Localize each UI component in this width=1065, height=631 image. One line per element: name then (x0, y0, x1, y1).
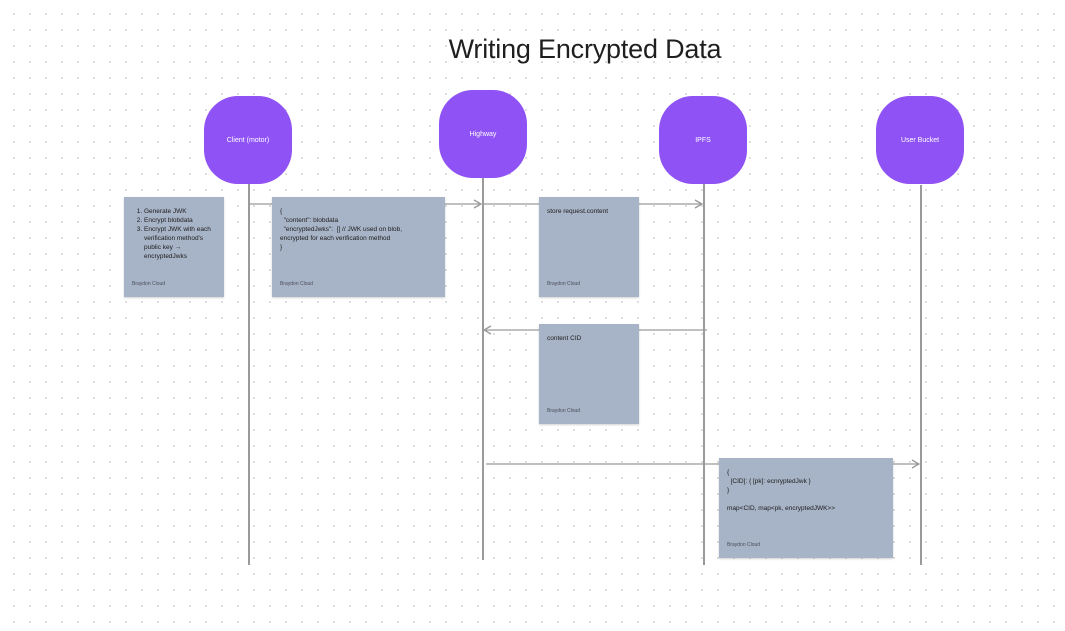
list-item: Encrypt JWK with each verification metho… (144, 225, 216, 261)
note-author: Braydon Cloud (547, 281, 581, 287)
note-line (727, 495, 885, 504)
actor-highway-label: Highway (469, 130, 497, 138)
note-line: } (727, 487, 730, 494)
list-item: Generate JWK (144, 207, 216, 216)
note-line: { (727, 469, 730, 476)
note-line: "content": blobdata (280, 217, 339, 224)
note-content-cid[interactable]: content CID Braydon Cloud (539, 324, 639, 424)
client-steps-list: Generate JWK Encrypt blobdata Encrypt JW… (132, 207, 216, 261)
list-item: Encrypt blobdata (144, 216, 216, 225)
note-author: Braydon Cloud (727, 542, 761, 548)
actor-bucket-label: User Bucket (900, 136, 940, 144)
note-line: { (280, 208, 283, 215)
note-line: } (280, 244, 283, 251)
note-line: content CID (547, 335, 582, 342)
actor-client-label: Client (motor) (226, 136, 270, 144)
actor-ipfs-label: IPFS (695, 136, 711, 144)
note-bucket-map[interactable]: { [CID]: { [pk]: ecnryptedJwk } } map<CI… (719, 458, 893, 558)
note-request-body[interactable]: { "content": blobdata "encryptedJwks": [… (272, 197, 445, 297)
note-line: "encryptedJwks": [] // JWK used on blob, (280, 226, 403, 233)
note-client-steps[interactable]: Generate JWK Encrypt blobdata Encrypt JW… (124, 197, 224, 297)
note-line: map<CID, map<pk, encryptedJWK>> (727, 505, 836, 512)
note-line: store request.content (547, 208, 609, 215)
actor-ipfs: IPFS (659, 96, 747, 184)
actor-highway: Highway (439, 90, 527, 178)
note-line: encrypted for each verification method (280, 235, 391, 242)
note-line: [CID]: { [pk]: ecnryptedJwk } (727, 478, 811, 485)
actor-client: Client (motor) (204, 96, 292, 184)
note-author: Braydon Cloud (280, 281, 314, 287)
note-author: Braydon Cloud (132, 281, 166, 287)
note-author: Braydon Cloud (547, 408, 581, 414)
note-store[interactable]: store request.content Braydon Cloud (539, 197, 639, 297)
message-arrows (250, 199, 921, 469)
actor-bucket: User Bucket (876, 96, 964, 184)
